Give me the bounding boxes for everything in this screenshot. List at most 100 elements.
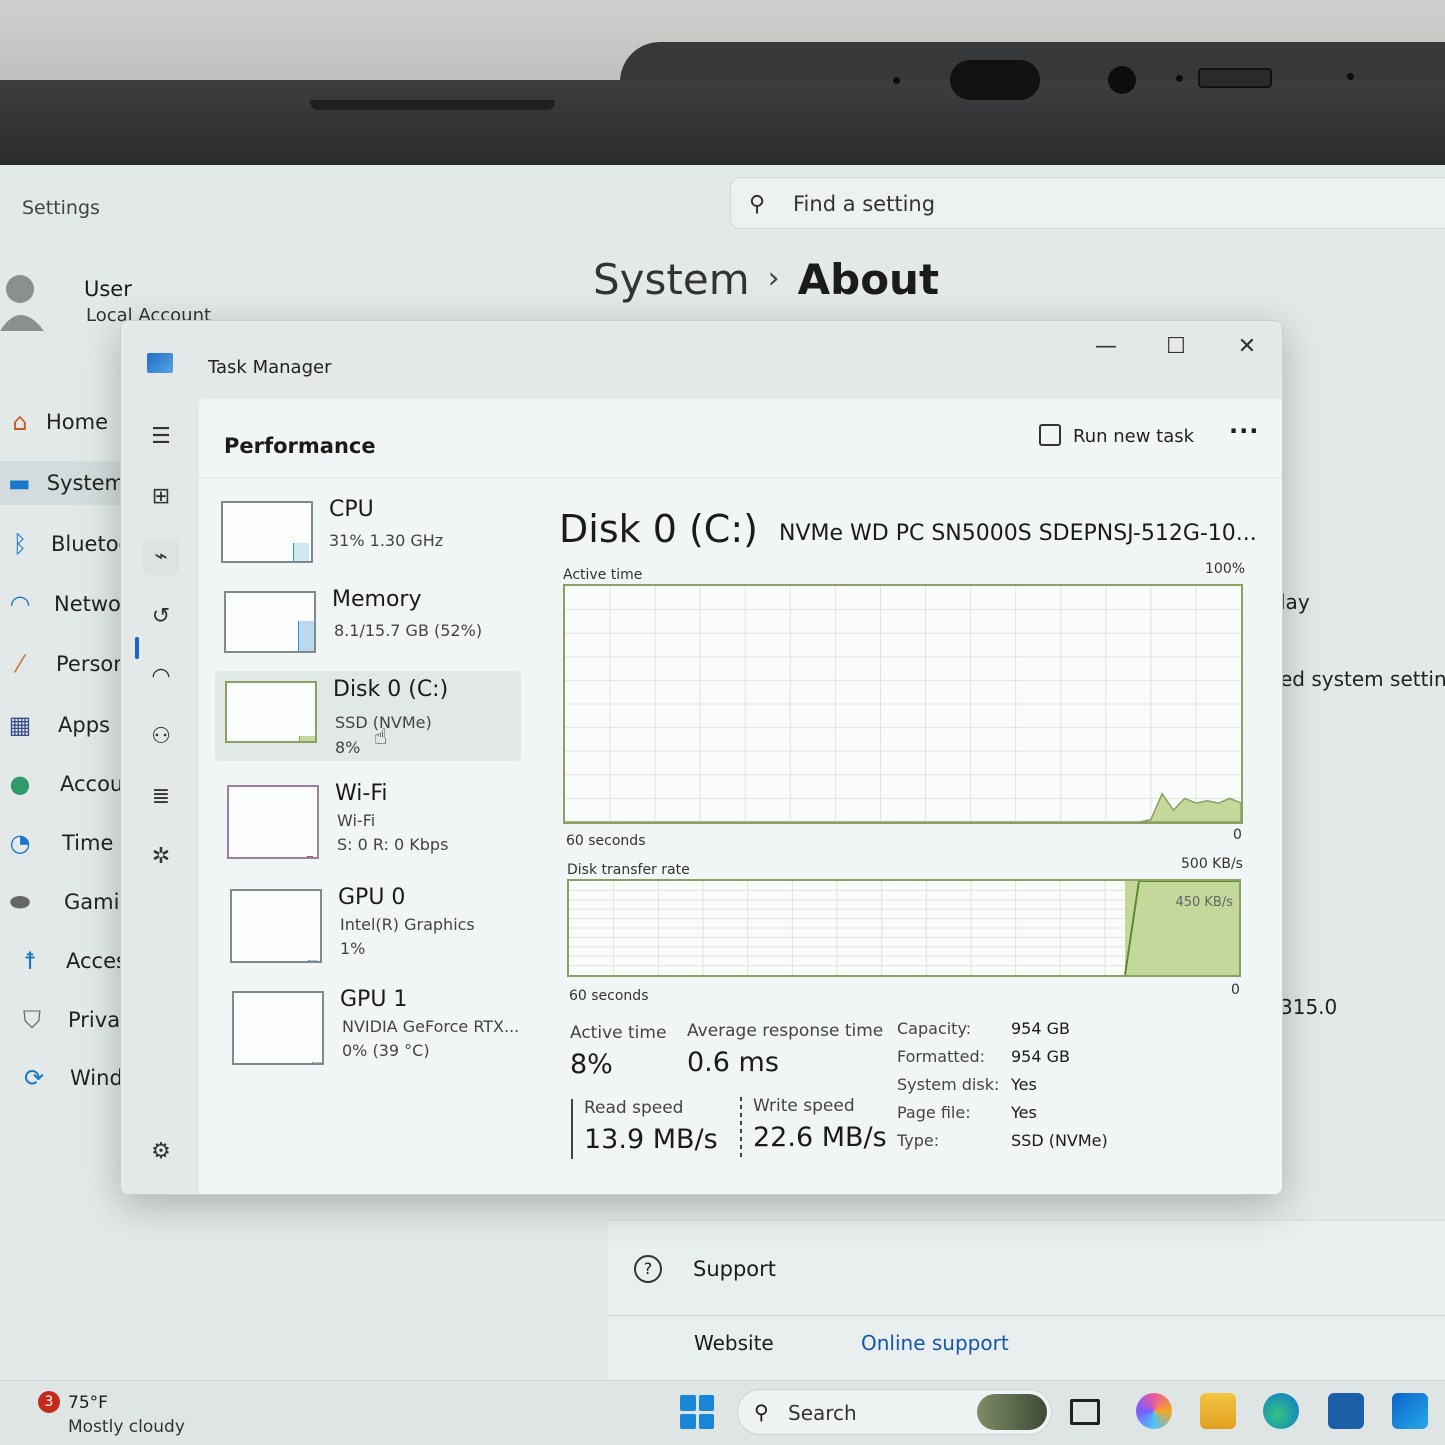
breadcrumb-system[interactable]: System xyxy=(593,255,750,304)
run-new-task-button[interactable]: Run new task xyxy=(1039,424,1194,447)
settings-app-title: Settings xyxy=(22,197,100,219)
resource-name: Wi-Fi xyxy=(335,781,388,806)
services-icon[interactable]: ✲ xyxy=(143,839,179,875)
breadcrumb-about: About xyxy=(797,255,940,304)
chevron-right-icon: › xyxy=(767,261,780,296)
resource-detail: Intel(R) Graphics xyxy=(340,915,475,934)
resource-wifi[interactable]: Wi-Fi Wi-Fi S: 0 R: 0 Kbps xyxy=(217,775,523,865)
minimize-button[interactable]: — xyxy=(1076,327,1136,367)
sidebar-item-system[interactable]: ▬ System xyxy=(0,461,125,505)
search-icon: ⚲ xyxy=(749,192,766,217)
person-icon: ● xyxy=(9,770,31,798)
task-manager-window: Task Manager — ☐ ✕ ☰ ⊞ ⌁ ↺ ◠ ⚇ ≣ ✲ ⚙ Per… xyxy=(120,320,1283,1195)
bluetooth-icon: ᛒ xyxy=(12,530,28,558)
resource-detail: 1% xyxy=(340,939,366,958)
start-button[interactable] xyxy=(680,1395,714,1429)
privacy-shutter[interactable] xyxy=(1198,68,1272,88)
edge-browser-icon[interactable] xyxy=(1263,1393,1299,1429)
active-time-max-label: 100% xyxy=(1205,561,1246,577)
page-file-value: Yes xyxy=(1011,1103,1037,1122)
performance-page: Performance Run new task ··· CPU 31% 1.3… xyxy=(199,399,1282,1194)
file-explorer-icon[interactable] xyxy=(1200,1393,1236,1429)
webcam-sensor xyxy=(950,60,1040,100)
laptop-bezel xyxy=(0,80,1445,168)
hamburger-menu-icon[interactable]: ☰ xyxy=(143,419,179,455)
startup-apps-icon[interactable]: ◠ xyxy=(143,659,179,695)
copilot-icon[interactable] xyxy=(1136,1393,1172,1429)
brush-icon: ⁄ xyxy=(17,650,22,678)
resource-cpu[interactable]: CPU 31% 1.30 GHz xyxy=(211,491,517,581)
windows-logo-icon xyxy=(698,1395,714,1411)
settings-gear-icon[interactable]: ⚙ xyxy=(143,1134,179,1170)
about-support-panel xyxy=(608,1220,1445,1390)
sidebar-item-personalization[interactable]: ⁄ Persona xyxy=(0,642,139,686)
sidebar-item-time-language[interactable]: ◔ Time & xyxy=(0,821,137,865)
sidebar-item-label: Home xyxy=(46,410,109,434)
read-speed-value: 13.9 MB/s xyxy=(584,1124,718,1155)
app-history-icon[interactable]: ↺ xyxy=(143,599,179,635)
webcam-lens xyxy=(1108,66,1136,94)
users-icon[interactable]: ⚇ xyxy=(143,719,179,755)
resource-memory[interactable]: Memory 8.1/15.7 GB (52%) xyxy=(214,581,520,671)
home-icon: ⌂ xyxy=(12,408,28,436)
capacity-value: 954 GB xyxy=(1011,1019,1070,1038)
transfer-rate-graph-svg xyxy=(569,881,1239,975)
settings-search-input[interactable]: ⚲ Find a setting xyxy=(730,177,1445,229)
controller-icon: ⬬ xyxy=(9,888,31,916)
run-new-task-label: Run new task xyxy=(1073,426,1195,447)
clock-globe-icon: ◔ xyxy=(9,829,31,857)
memory-thumbnail-graph xyxy=(224,591,316,653)
performance-icon[interactable]: ⌁ xyxy=(143,539,179,575)
taskbar-search-label: Search xyxy=(788,1401,857,1425)
transfer-rate-graph-label: Disk transfer rate xyxy=(567,862,690,878)
type-label: Type: xyxy=(897,1131,940,1150)
sidebar-item-apps[interactable]: ▦ Apps xyxy=(0,703,110,747)
write-speed-value: 22.6 MB/s xyxy=(753,1122,887,1153)
details-list-icon[interactable]: ≣ xyxy=(143,779,179,815)
update-icon: ⟳ xyxy=(23,1064,45,1092)
sidebar-item-network[interactable]: ◠ Networ xyxy=(0,582,130,626)
resource-disk-0[interactable]: Disk 0 (C:) SSD (NVMe) 8% xyxy=(215,671,521,761)
support-heading: Support xyxy=(693,1257,777,1281)
resource-gpu-1[interactable]: GPU 1 NVIDIA GeForce RTX... 0% (39 °C) xyxy=(222,981,528,1071)
close-button[interactable]: ✕ xyxy=(1217,327,1277,367)
windows-logo-icon xyxy=(680,1413,696,1429)
resource-detail: 31% 1.30 GHz xyxy=(329,531,444,550)
windows-logo-icon xyxy=(680,1395,696,1411)
maximize-button[interactable]: ☐ xyxy=(1146,327,1206,367)
store-icon[interactable] xyxy=(1328,1393,1364,1429)
run-task-icon xyxy=(1039,424,1061,446)
taskbar-search-box[interactable]: ⚲ Search xyxy=(737,1389,1052,1435)
task-view-icon[interactable] xyxy=(1070,1399,1100,1425)
sidebar-item-home[interactable]: ⌂ Home xyxy=(0,400,108,444)
search-icon: ⚲ xyxy=(754,1400,769,1424)
advanced-system-settings-link[interactable]: ed system settings xyxy=(1280,667,1445,691)
title-bar[interactable]: Task Manager — ☐ ✕ xyxy=(121,321,1282,399)
search-highlight-image xyxy=(977,1394,1047,1430)
resource-detail: Wi-Fi xyxy=(337,811,376,830)
disk-detail-title: Disk 0 (C:) xyxy=(559,507,758,551)
online-support-link[interactable]: Online support xyxy=(861,1331,1009,1355)
monitor-icon: ▬ xyxy=(8,469,31,497)
cpu-thumbnail-graph xyxy=(221,501,313,563)
transfer-rate-max-label: 500 KB/s xyxy=(1181,856,1243,872)
formatted-label: Formatted: xyxy=(897,1047,986,1066)
weather-description[interactable]: Mostly cloudy xyxy=(68,1417,185,1437)
divider xyxy=(608,1315,1445,1316)
weather-temperature[interactable]: 75°F xyxy=(68,1393,108,1413)
resource-gpu-0[interactable]: GPU 0 Intel(R) Graphics 1% xyxy=(220,879,526,969)
processes-icon[interactable]: ⊞ xyxy=(143,479,179,515)
sidebar-item-label: Apps xyxy=(58,713,110,737)
outlook-icon[interactable] xyxy=(1392,1393,1428,1429)
graph-time-span: 60 seconds xyxy=(569,988,649,1004)
more-options-button[interactable]: ··· xyxy=(1229,417,1259,445)
windows-logo-icon xyxy=(698,1413,714,1429)
version-fragment: 315.0 xyxy=(1280,995,1338,1019)
resource-name: GPU 0 xyxy=(338,885,406,910)
type-value: SSD (NVMe) xyxy=(1011,1131,1108,1150)
apps-icon: ▦ xyxy=(8,711,32,739)
disk-model: NVMe WD PC SN5000S SDEPNSJ-512G-10... xyxy=(779,521,1257,546)
sidebar-item-bluetooth[interactable]: ᛒ Bluetoo xyxy=(0,522,132,566)
graph-time-span: 60 seconds xyxy=(566,833,646,849)
search-placeholder: Find a setting xyxy=(793,192,936,216)
